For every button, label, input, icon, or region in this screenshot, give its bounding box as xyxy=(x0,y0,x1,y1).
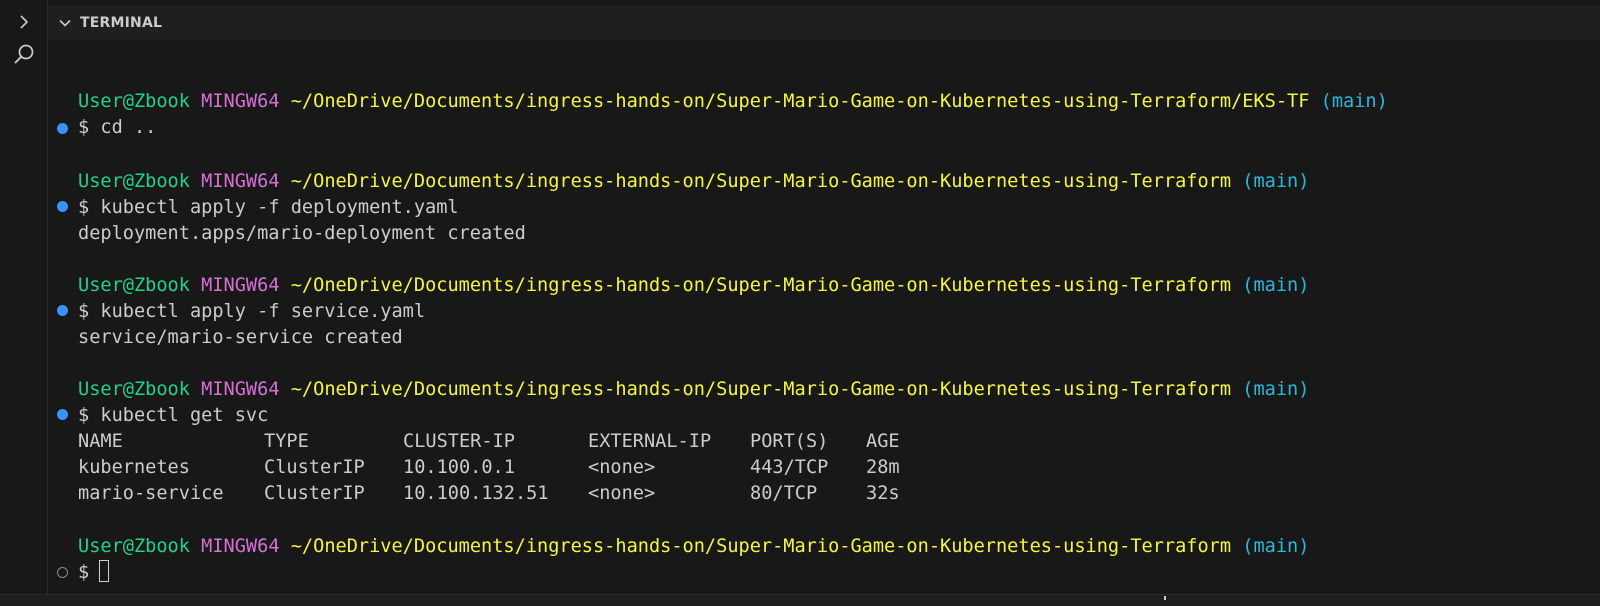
command-text: cd .. xyxy=(100,117,157,138)
command-success-decoration[interactable] xyxy=(57,305,68,316)
panel-title: TERMINAL xyxy=(80,15,163,31)
prompt-path: ~/OneDrive/Documents/ingress-hands-on/Su… xyxy=(290,536,1232,557)
svc-header-age: AGE xyxy=(866,431,900,452)
svc-cell-ports: 443/TCP xyxy=(750,457,829,478)
svc-table-row: mario-service ClusterIP 10.100.132.51 <n… xyxy=(78,481,900,507)
active-command-line[interactable]: $ xyxy=(78,560,110,586)
terminal-cursor xyxy=(99,560,110,582)
scroll-indicator xyxy=(1164,596,1166,600)
svc-header-name: NAME xyxy=(78,431,123,452)
command-text: kubectl apply -f service.yaml xyxy=(100,301,426,322)
command-line: $ kubectl apply -f service.yaml xyxy=(78,299,425,325)
activity-bar xyxy=(0,0,48,606)
svc-cell-external-ip: <none> xyxy=(588,457,656,478)
prompt-user-host: User@Zbook xyxy=(78,171,190,192)
svc-cell-name: kubernetes xyxy=(78,457,190,478)
prompt-shell: MINGW64 xyxy=(201,275,280,296)
prompt-symbol: $ xyxy=(78,301,90,322)
prompt-symbol: $ xyxy=(78,197,90,218)
svc-cell-age: 32s xyxy=(866,483,900,504)
svc-cell-type: ClusterIP xyxy=(264,457,365,478)
command-line: $ kubectl apply -f deployment.yaml xyxy=(78,195,459,221)
svc-cell-cluster-ip: 10.100.0.1 xyxy=(403,457,515,478)
prompt-path: ~/OneDrive/Documents/ingress-hands-on/Su… xyxy=(290,275,1232,296)
svc-header-cluster-ip: CLUSTER-IP xyxy=(403,431,515,452)
prompt-path: ~/OneDrive/Documents/ingress-hands-on/Su… xyxy=(290,171,1232,192)
command-success-decoration[interactable] xyxy=(57,201,68,212)
prompt-line: User@Zbook MINGW64 ~/OneDrive/Documents/… xyxy=(78,273,1309,299)
prompt-path: ~/OneDrive/Documents/ingress-hands-on/Su… xyxy=(290,379,1232,400)
command-output: deployment.apps/mario-deployment created xyxy=(78,223,526,244)
prompt-branch: (main) xyxy=(1242,379,1310,400)
prompt-branch: (main) xyxy=(1320,91,1388,112)
search-icon[interactable] xyxy=(10,40,38,68)
prompt-branch: (main) xyxy=(1242,171,1310,192)
prompt-line: User@Zbook MINGW64 ~/OneDrive/Documents/… xyxy=(78,169,1309,195)
command-success-decoration[interactable] xyxy=(57,123,68,134)
prompt-shell: MINGW64 xyxy=(201,536,280,557)
prompt-line: User@Zbook MINGW64 ~/OneDrive/Documents/… xyxy=(78,534,1309,560)
chevron-down-icon[interactable] xyxy=(56,14,74,32)
svc-cell-age: 28m xyxy=(866,457,900,478)
svc-table-row: kubernetes ClusterIP 10.100.0.1 <none> 4… xyxy=(78,455,900,481)
command-pending-decoration[interactable] xyxy=(57,567,68,578)
svc-cell-ports: 80/TCP xyxy=(750,483,818,504)
prompt-shell: MINGW64 xyxy=(201,171,280,192)
prompt-line: User@Zbook MINGW64 ~/OneDrive/Documents/… xyxy=(78,377,1309,403)
svc-header-type: TYPE xyxy=(264,431,309,452)
command-output: service/mario-service created xyxy=(78,327,403,348)
terminal-panel: TERMINAL User@Zbook MINGW64 ~/OneDrive/D… xyxy=(48,0,1600,606)
prompt-line: User@Zbook MINGW64 ~/OneDrive/Documents/… xyxy=(78,89,1388,115)
prompt-path: ~/OneDrive/Documents/ingress-hands-on/Su… xyxy=(290,91,1310,112)
svc-cell-external-ip: <none> xyxy=(588,483,656,504)
terminal-output[interactable]: User@Zbook MINGW64 ~/OneDrive/Documents/… xyxy=(48,40,1600,594)
prompt-symbol: $ xyxy=(78,405,90,426)
svc-header-ports: PORT(S) xyxy=(750,431,829,452)
svc-cell-type: ClusterIP xyxy=(264,483,365,504)
prompt-branch: (main) xyxy=(1242,536,1310,557)
svc-header-external-ip: EXTERNAL-IP xyxy=(588,431,712,452)
command-line: $ kubectl get svc xyxy=(78,403,268,429)
prompt-symbol: $ xyxy=(78,117,90,138)
prompt-branch: (main) xyxy=(1242,275,1310,296)
prompt-user-host: User@Zbook xyxy=(78,536,190,557)
command-success-decoration[interactable] xyxy=(57,409,68,420)
terminal-panel-header[interactable]: TERMINAL xyxy=(48,6,1600,40)
svc-cell-name: mario-service xyxy=(78,483,224,504)
command-text: kubectl get svc xyxy=(100,405,269,426)
svc-cell-cluster-ip: 10.100.132.51 xyxy=(403,483,549,504)
prompt-user-host: User@Zbook xyxy=(78,275,190,296)
prompt-symbol: $ xyxy=(78,562,90,583)
prompt-shell: MINGW64 xyxy=(201,91,280,112)
prompt-user-host: User@Zbook xyxy=(78,379,190,400)
command-text: kubectl apply -f deployment.yaml xyxy=(100,197,459,218)
prompt-user-host: User@Zbook xyxy=(78,91,190,112)
prompt-shell: MINGW64 xyxy=(201,379,280,400)
chevron-right-icon[interactable] xyxy=(10,8,38,36)
svc-table-header: NAME TYPE CLUSTER-IP EXTERNAL-IP PORT(S)… xyxy=(78,429,900,455)
status-divider xyxy=(0,594,1600,606)
command-line: $ cd .. xyxy=(78,115,156,141)
